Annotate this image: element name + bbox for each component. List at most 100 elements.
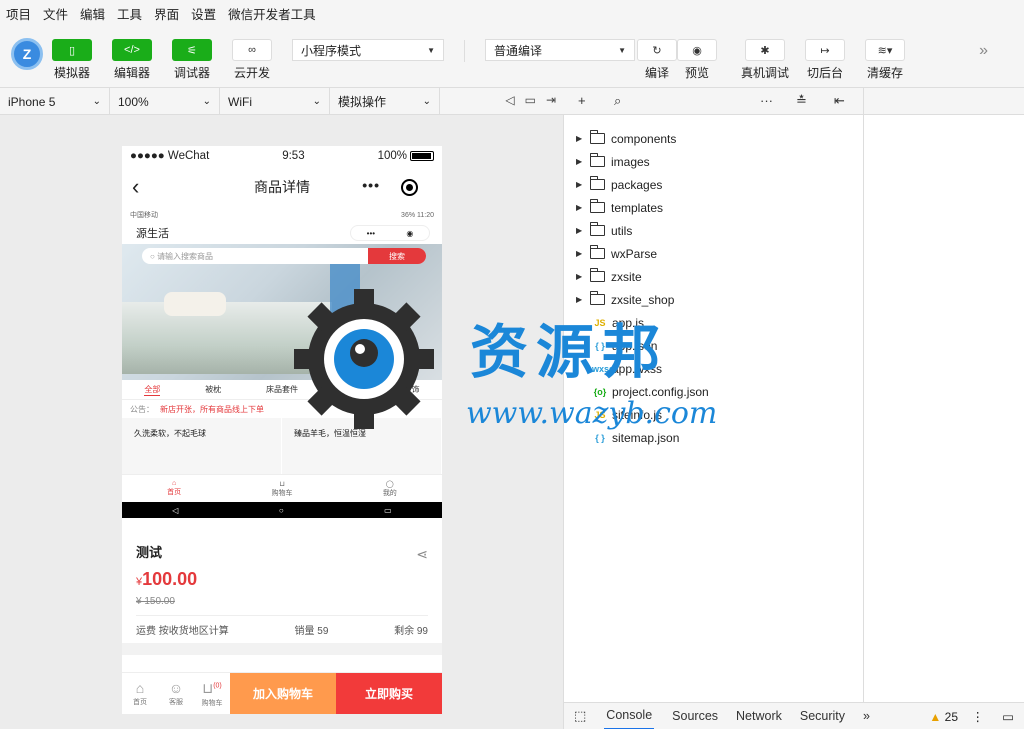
chevron-double-right-icon[interactable]: »: [979, 42, 988, 60]
tree-folder[interactable]: ▶ templates: [564, 196, 863, 219]
menu-edit[interactable]: 编辑: [80, 4, 105, 23]
window-icon[interactable]: ▭: [525, 93, 536, 107]
cloud-button[interactable]: ∞ 云开发: [232, 39, 272, 81]
debugger-button[interactable]: ⚟ 调试器: [172, 39, 212, 81]
tree-folder[interactable]: ▶ components: [564, 127, 863, 150]
product-name: 测试: [136, 545, 163, 560]
search-icon[interactable]: ⌕: [614, 93, 621, 109]
dock-icon[interactable]: ▭: [1002, 709, 1014, 724]
cloud-label: 云开发: [233, 66, 270, 80]
inner-tab: 全部: [144, 384, 161, 396]
android-back-icon: ◁: [172, 505, 179, 515]
menu-tools[interactable]: 工具: [117, 4, 142, 23]
android-recent-icon: ▭: [384, 505, 392, 515]
price-value: 100.00: [142, 569, 198, 589]
editor-button[interactable]: </> 编辑器: [112, 39, 152, 81]
simulator-button[interactable]: ▯ 模拟器: [52, 39, 92, 81]
inspect-icon[interactable]: ⬚: [574, 708, 586, 724]
tab-sources[interactable]: Sources: [672, 709, 718, 723]
compile-select-value: 普通编译: [494, 43, 543, 58]
more-icon[interactable]: ···: [760, 93, 773, 108]
service-button[interactable]: ☺ 客服: [158, 673, 194, 714]
inner-status-right: 36% 11:20: [401, 211, 434, 219]
preview-button[interactable]: ◉ 预览: [677, 39, 717, 81]
tree-folder[interactable]: ▶ packages: [564, 173, 863, 196]
debugger-label: 调试器: [173, 66, 210, 80]
warning-icon: ▲: [929, 710, 942, 724]
avatar[interactable]: Z: [11, 38, 43, 70]
tree-folder[interactable]: ▶ utils: [564, 219, 863, 242]
more-tabs-icon[interactable]: »: [863, 709, 870, 723]
inner-tab: 被枕: [205, 385, 222, 394]
expand-arrow-icon: ▶: [576, 134, 583, 143]
time-label: 9:53: [282, 150, 305, 162]
tree-folder[interactable]: ▶ images: [564, 150, 863, 173]
detach-icon[interactable]: ⇥: [546, 93, 556, 107]
clear-cache-button[interactable]: ≋▾ 清缓存: [865, 39, 905, 81]
device-select-value: iPhone 5: [8, 94, 56, 109]
tab-network[interactable]: Network: [736, 709, 782, 723]
operation-select-value: 模拟操作: [338, 95, 387, 109]
sort-icon[interactable]: ≛: [796, 93, 807, 109]
share-icon[interactable]: ⋖: [416, 546, 428, 563]
tree-folder[interactable]: ▶ zxsite: [564, 265, 863, 288]
home-label: 首页: [133, 699, 147, 706]
background-label: 切后台: [806, 66, 843, 80]
cart-badge: (0): [213, 681, 222, 689]
menu-settings[interactable]: 设置: [191, 4, 216, 23]
tab-console[interactable]: Console: [604, 703, 655, 729]
remote-debug-label: 真机调试: [741, 66, 790, 80]
product-price: ¥100.00: [136, 569, 428, 590]
inner-search: ○ 请输入搜索商品 搜索: [142, 248, 426, 264]
tree-item-label: sitemap.json: [612, 430, 680, 445]
inner-tabbar-label: 购物车: [271, 489, 293, 497]
background-button[interactable]: ↦ 切后台: [805, 39, 845, 81]
remote-debug-button[interactable]: ✱ 真机调试: [741, 39, 789, 81]
folder-icon: [590, 245, 605, 259]
home-icon: ⌂: [135, 680, 145, 696]
menu-devtools[interactable]: 微信开发者工具: [228, 4, 316, 23]
layers-icon: ≋▾: [865, 39, 905, 61]
compile-select[interactable]: 普通编译 ▼: [485, 39, 635, 61]
cart-button[interactable]: ⊔(0) 购物车: [194, 673, 230, 714]
phone-icon: ▯: [52, 39, 92, 61]
editor-header: [864, 88, 1024, 115]
buy-now-button[interactable]: 立即购买: [336, 673, 442, 714]
device-select[interactable]: iPhone 5 ⌄: [0, 88, 110, 115]
menu-file[interactable]: 文件: [43, 4, 68, 23]
network-select[interactable]: WiFi ⌄: [220, 88, 330, 115]
kebab-menu-icon[interactable]: ⋮: [972, 709, 985, 724]
more-dots-icon[interactable]: •••: [362, 177, 380, 193]
inner-capsule: ••• ◉: [350, 225, 430, 241]
home-button[interactable]: ⌂ 首页: [122, 673, 158, 714]
collapse-icon[interactable]: ⇤: [834, 93, 845, 109]
warning-count-value: 25: [944, 710, 958, 724]
add-icon[interactable]: +: [578, 93, 586, 108]
tab-security[interactable]: Security: [800, 709, 845, 723]
cart-icon: ⊔: [279, 480, 285, 488]
menu-view[interactable]: 界面: [154, 4, 179, 23]
folder-icon: [590, 153, 605, 167]
add-to-cart-button[interactable]: 加入购物车: [230, 673, 336, 714]
battery-label: 100%: [377, 150, 407, 162]
chevron-down-icon: ⌄: [92, 96, 101, 107]
zoom-select[interactable]: 100% ⌄: [110, 88, 220, 115]
notice-label: 公告：: [130, 404, 154, 414]
back-arrow-icon[interactable]: ‹: [132, 174, 139, 200]
mode-select[interactable]: 小程序模式 ▼: [292, 39, 444, 61]
stock-count: 剩余 99: [394, 626, 428, 637]
folder-icon: [590, 176, 605, 190]
file-tree-panel: + ⌕ ··· ≛ ⇤ ▶ components ▶ images ▶ package…: [564, 88, 864, 702]
menu-project[interactable]: 项目: [6, 4, 31, 23]
preview-label: 预览: [684, 66, 709, 80]
caret-down-icon: ▼: [427, 45, 435, 55]
warning-count[interactable]: ▲ 25: [929, 710, 958, 724]
android-nav-bar: ◁ ○ ▭: [122, 502, 442, 518]
inner-tabbar-item: ◯ 我的: [383, 480, 397, 498]
tree-folder[interactable]: ▶ wxParse: [564, 242, 863, 265]
sound-icon[interactable]: ◁: [505, 93, 514, 107]
compile-button[interactable]: ↻ 编译: [637, 39, 677, 81]
close-capsule-icon: ◉: [406, 228, 414, 238]
close-capsule-icon[interactable]: [401, 179, 418, 196]
operation-select[interactable]: 模拟操作 ⌄: [330, 88, 440, 115]
